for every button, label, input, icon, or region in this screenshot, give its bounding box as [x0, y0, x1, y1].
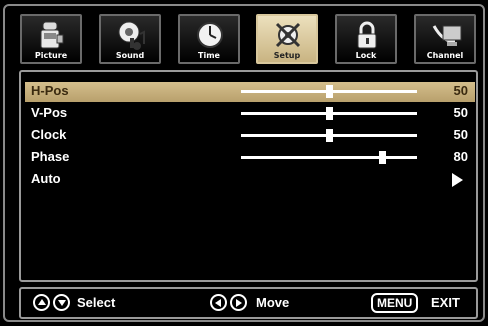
setting-row-clock[interactable]: Clock 50: [25, 126, 475, 146]
menu-tab-bar: Picture Sound Time Setup Lock Channel: [20, 14, 476, 65]
exit-hint: EXIT: [431, 295, 460, 310]
setting-row-h-pos[interactable]: H-Pos 50: [25, 82, 475, 102]
down-arrow-icon: [53, 294, 70, 311]
setting-value: 50: [453, 127, 468, 142]
up-arrow-icon: [33, 294, 50, 311]
camcorder-icon: [40, 21, 64, 49]
tab-label: Time: [198, 51, 220, 60]
setting-label: H-Pos: [31, 83, 69, 98]
padlock-icon: [357, 21, 377, 49]
gear-wrench-icon: [275, 22, 301, 48]
tab-label: Channel: [426, 51, 464, 60]
setting-value: 50: [453, 83, 468, 98]
slider-knob[interactable]: [326, 85, 333, 98]
setup-settings-panel: H-Pos 50 V-Pos 50 Clock 50 Phase 80 Auto: [19, 70, 478, 282]
tab-label: Sound: [115, 51, 145, 60]
clock-icon: [197, 22, 223, 48]
satellite-dish-icon: [432, 25, 462, 46]
select-hint: Select: [77, 295, 116, 310]
setting-label: Auto: [31, 171, 61, 186]
tab-setup[interactable]: Setup: [256, 14, 318, 64]
tab-lock[interactable]: Lock: [335, 14, 397, 64]
tab-picture[interactable]: Picture: [20, 14, 82, 64]
setting-value: 80: [453, 149, 468, 164]
tab-channel[interactable]: Channel: [414, 14, 476, 64]
setting-value: 50: [453, 105, 468, 120]
arrow-right-icon[interactable]: [452, 173, 463, 187]
setting-label: Phase: [31, 149, 70, 164]
slider-knob[interactable]: [326, 107, 333, 120]
speaker-music-icon: [118, 21, 145, 50]
tab-label: Picture: [34, 51, 68, 60]
move-hint: Move: [256, 295, 290, 310]
setting-row-phase[interactable]: Phase 80: [25, 148, 475, 168]
tab-label: Setup: [273, 51, 301, 60]
h-pos-slider[interactable]: [241, 85, 417, 98]
tab-time[interactable]: Time: [178, 14, 240, 64]
left-arrow-icon: [210, 294, 227, 311]
clock-slider[interactable]: [241, 129, 417, 142]
v-pos-slider[interactable]: [241, 107, 417, 120]
slider-knob[interactable]: [326, 129, 333, 142]
tab-sound[interactable]: Sound: [99, 14, 161, 64]
setting-row-auto[interactable]: Auto: [25, 170, 475, 190]
footer-help-bar: Select Move MENU EXIT: [19, 287, 478, 319]
setting-row-v-pos[interactable]: V-Pos 50: [25, 104, 475, 124]
slider-knob[interactable]: [378, 151, 386, 164]
setting-label: V-Pos: [31, 105, 68, 120]
tab-label: Lock: [355, 51, 377, 60]
phase-slider[interactable]: [241, 151, 417, 164]
menu-key-icon: MENU: [371, 293, 419, 313]
right-arrow-icon: [230, 294, 247, 311]
setting-label: Clock: [31, 127, 67, 142]
